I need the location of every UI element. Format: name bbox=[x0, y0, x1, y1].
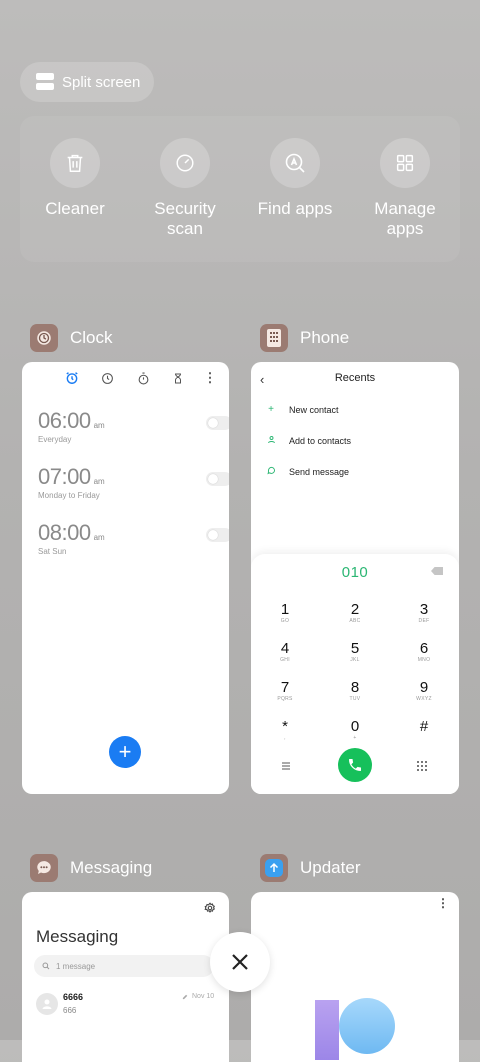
alarm-item[interactable]: 08:00 am Sat Sun bbox=[38, 520, 229, 560]
search-placeholder: 1 message bbox=[56, 961, 96, 971]
thread-name: 6666 bbox=[63, 992, 84, 1002]
new-contact-label: New contact bbox=[289, 404, 339, 415]
dial-key-hash[interactable]: # bbox=[404, 719, 444, 735]
clock-app-card[interactable]: ⋮ 06:00 am Everyday 07:00 am Monday to Fri… bbox=[22, 362, 229, 794]
find-apps-icon bbox=[270, 138, 320, 188]
timer-tab-icon[interactable] bbox=[170, 370, 186, 386]
cleaner-label: Cleaner bbox=[45, 199, 105, 218]
alarm-ampm: am bbox=[93, 477, 105, 486]
more-menu-icon[interactable]: ⋮ bbox=[202, 370, 218, 386]
security-scan-button[interactable]: Security scan bbox=[130, 138, 240, 239]
thread-date: Nov 10 bbox=[182, 993, 214, 1000]
alarm-toggle[interactable] bbox=[206, 416, 229, 430]
split-screen-button[interactable]: Split screen bbox=[20, 62, 154, 102]
alarm-time: 08:00 bbox=[38, 520, 91, 545]
alarm-time: 07:00 bbox=[38, 464, 91, 489]
phone-app-name: Phone bbox=[300, 328, 350, 347]
person-icon bbox=[265, 435, 277, 447]
new-contact-option[interactable]: + New contact bbox=[265, 404, 339, 415]
find-apps-label: Find apps bbox=[257, 199, 333, 218]
split-screen-label: Split screen bbox=[62, 73, 141, 91]
call-button[interactable] bbox=[338, 748, 372, 782]
menu-icon[interactable] bbox=[281, 758, 291, 776]
clock-app-header[interactable]: Clock bbox=[30, 324, 113, 352]
alarm-repeat: Monday to Friday bbox=[38, 491, 100, 500]
dial-key-8[interactable]: 8 TUV bbox=[335, 680, 375, 703]
alarm-toggle[interactable] bbox=[206, 528, 229, 542]
search-icon bbox=[42, 962, 50, 970]
clock-app-icon bbox=[30, 324, 58, 352]
trash-icon bbox=[50, 138, 100, 188]
dial-key-star[interactable]: *, bbox=[265, 719, 305, 742]
add-alarm-button[interactable]: + bbox=[109, 736, 141, 768]
dial-key-3[interactable]: 3 DEF bbox=[404, 602, 444, 625]
split-screen-icon bbox=[36, 73, 54, 91]
stopwatch-tab-icon[interactable] bbox=[135, 370, 151, 386]
updater-app-header[interactable]: Updater bbox=[260, 854, 360, 882]
alarm-ampm: am bbox=[93, 533, 105, 542]
manage-apps-label: Manage apps bbox=[374, 199, 436, 238]
dial-key-4[interactable]: 4 GHI bbox=[265, 641, 305, 664]
dial-key-7[interactable]: 7 PQRS bbox=[265, 680, 305, 703]
dial-key-6[interactable]: 6 MNO bbox=[404, 641, 444, 664]
quick-actions-panel: Cleaner Security scan Find apps Manage a… bbox=[20, 116, 460, 262]
draft-pencil-icon bbox=[182, 994, 188, 1000]
miui-logo-circle bbox=[339, 998, 395, 1054]
updater-app-card[interactable]: ⋮ bbox=[251, 892, 459, 1062]
thread-preview: 666 bbox=[63, 1006, 77, 1015]
add-to-contacts-label: Add to contacts bbox=[289, 436, 352, 446]
dialed-number: 010 bbox=[341, 564, 369, 581]
manage-apps-button[interactable]: Manage apps bbox=[350, 138, 460, 239]
send-message-option[interactable]: Send message bbox=[265, 466, 349, 478]
clock-tab-bar: ⋮ bbox=[22, 370, 229, 386]
chat-bubble-icon bbox=[265, 466, 277, 478]
messaging-app-card[interactable]: Messaging 1 message 6666 666 Nov 10 bbox=[22, 892, 229, 1062]
alarm-item[interactable]: 07:00 am Monday to Friday bbox=[38, 464, 229, 504]
close-icon bbox=[232, 954, 248, 970]
grid-icon bbox=[380, 138, 430, 188]
settings-gear-icon[interactable] bbox=[204, 901, 216, 919]
security-scan-label: Security scan bbox=[154, 199, 216, 238]
more-menu-icon[interactable]: ⋮ bbox=[437, 896, 449, 910]
messaging-app-icon bbox=[30, 854, 58, 882]
dial-key-1[interactable]: 1 GO bbox=[265, 602, 305, 625]
cleaner-button[interactable]: Cleaner bbox=[20, 138, 130, 219]
plus-icon: + bbox=[268, 404, 274, 415]
alarm-item[interactable]: 06:00 am Everyday bbox=[38, 408, 229, 448]
miui-logo-bar bbox=[315, 1000, 339, 1060]
dial-key-0[interactable]: 0 + bbox=[335, 719, 375, 742]
messaging-app-header[interactable]: Messaging bbox=[30, 854, 152, 882]
dial-key-5[interactable]: 5 JKL bbox=[335, 641, 375, 664]
updater-app-name: Updater bbox=[300, 858, 361, 877]
dial-key-2[interactable]: 2 ABC bbox=[335, 602, 375, 625]
alarm-tab-icon[interactable] bbox=[64, 370, 80, 386]
phone-app-icon bbox=[260, 324, 288, 352]
alarm-repeat: Everyday bbox=[38, 435, 72, 444]
phone-app-header[interactable]: Phone bbox=[260, 324, 349, 352]
security-scan-icon bbox=[160, 138, 210, 188]
messaging-app-name: Messaging bbox=[70, 858, 153, 877]
clock-app-name: Clock bbox=[70, 328, 113, 347]
find-apps-button[interactable]: Find apps bbox=[240, 138, 350, 219]
phone-call-icon bbox=[349, 759, 361, 771]
dial-key-9[interactable]: 9 WXYZ bbox=[404, 680, 444, 703]
message-search-field[interactable]: 1 message bbox=[34, 955, 214, 977]
dialpad-toggle-icon[interactable] bbox=[417, 758, 427, 776]
updater-app-icon bbox=[260, 854, 288, 882]
send-message-label: Send message bbox=[289, 467, 350, 477]
alarm-toggle[interactable] bbox=[206, 472, 229, 486]
contact-avatar bbox=[36, 993, 58, 1015]
add-to-contacts-option[interactable]: Add to contacts bbox=[265, 435, 351, 447]
recents-title: Recents bbox=[334, 372, 376, 384]
dialpad: 010 1 GO 2 ABC 3 DEF 4 GHI 5 JKL 6 MNO 7 PQRS 8… bbox=[251, 554, 459, 794]
alarm-time: 06:00 bbox=[38, 408, 91, 433]
messaging-title: Messaging bbox=[36, 927, 119, 946]
world-clock-tab-icon[interactable] bbox=[99, 370, 115, 386]
phone-app-card[interactable]: ‹ Recents + New contact Add to contacts … bbox=[251, 362, 459, 794]
alarm-ampm: am bbox=[93, 421, 105, 430]
clear-all-button[interactable] bbox=[210, 932, 270, 992]
alarm-repeat: Sat Sun bbox=[38, 547, 67, 556]
